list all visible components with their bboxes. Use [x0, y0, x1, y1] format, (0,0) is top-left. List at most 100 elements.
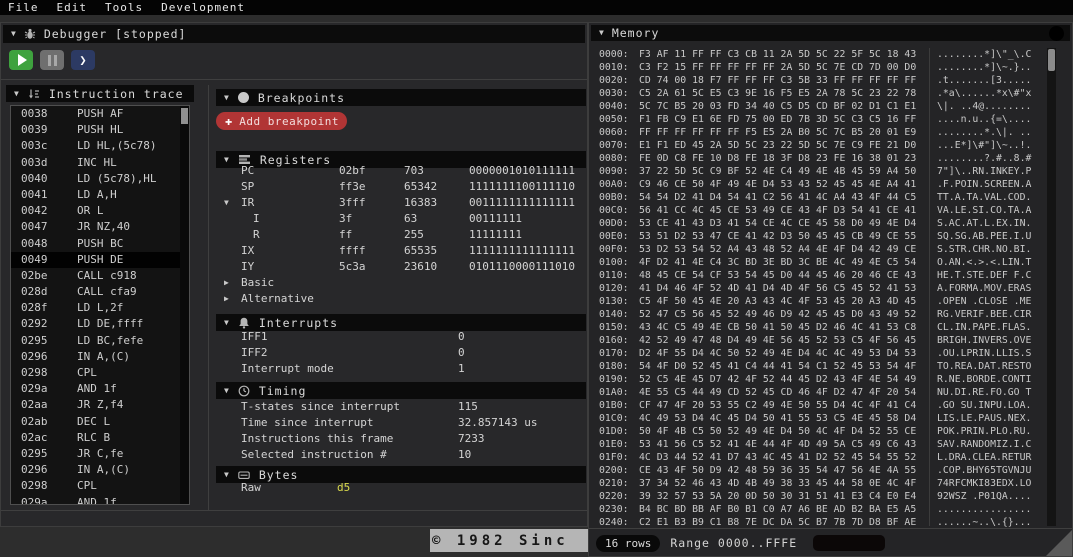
trace-row[interactable]: 0047 JR NZ,40	[11, 219, 189, 235]
trace-row[interactable]: 02aa JR Z,f4	[11, 397, 189, 413]
trace-row[interactable]: 0042 OR L	[11, 203, 189, 219]
memory-address: 0150:	[599, 322, 629, 333]
trace-address: 0292	[21, 317, 48, 331]
trace-row[interactable]: 0298 CPL	[11, 478, 189, 494]
trace-address: 0040	[21, 171, 48, 185]
resize-grip-icon[interactable]	[1046, 530, 1072, 556]
trace-instruction: IN A,(C)	[77, 349, 130, 363]
trace-row[interactable]: 028d CALL cfa9	[11, 284, 189, 300]
memory-row: 0050: F1 FB C9 E1 6E FD 75 00 ED 7B 3D 5C…	[589, 113, 1073, 126]
scrollbar[interactable]	[180, 106, 189, 504]
trace-address: 0298	[21, 366, 48, 379]
register-group[interactable]: ▶ Alternative	[216, 291, 586, 307]
register-row: Rff 255 11111111	[216, 227, 586, 243]
pause-button[interactable]	[40, 50, 64, 70]
divider	[1, 510, 587, 511]
run-button[interactable]	[9, 50, 33, 70]
trace-row[interactable]: 0296 IN A,(C)	[11, 462, 189, 478]
register-bin-value: 0000001010111111	[469, 164, 575, 177]
trace-row[interactable]: 0298 CPL	[11, 365, 189, 381]
trace-row[interactable]: 0041 LD A,H	[11, 187, 189, 203]
trace-row[interactable]: 0039 PUSH HL	[11, 122, 189, 138]
trace-row[interactable]: 0038 PUSH AF	[11, 106, 189, 122]
collapse-icon[interactable]: ▼	[224, 195, 229, 211]
memory-ascii: CL.IN.PAPE.FLAS.	[937, 322, 1032, 333]
instruction-trace-list: 0038 PUSH AF 0039 PUSH HL 003c LD HL,(5c78) 00…	[10, 105, 190, 505]
menu-item-file[interactable]: File	[8, 1, 39, 14]
collapse-icon[interactable]: ▼	[224, 470, 229, 479]
scrollbar-thumb[interactable]	[1048, 49, 1055, 71]
expand-icon[interactable]: ▶	[224, 275, 229, 291]
raw-bytes-row: Raw d5	[216, 480, 586, 496]
memory-hex-bytes: 4F D2 41 4E C4 3C BD 3E BD 3C BE 4C 49 4…	[639, 257, 917, 268]
trace-instruction: OR L	[77, 204, 104, 218]
trace-address: 0042	[21, 204, 48, 218]
timing-row: Time since interrupt 32.857143 us	[216, 415, 586, 431]
step-button[interactable]: ❯	[71, 50, 95, 70]
trace-row[interactable]: 0040 LD (5c78),HL	[11, 171, 189, 187]
trace-row[interactable]: 003c LD HL,(5c78)	[11, 138, 189, 154]
trace-instruction: PUSH DE	[77, 252, 124, 266]
trace-row[interactable]: 029a AND 1f	[11, 381, 189, 397]
trace-row[interactable]: 02ab DEC L	[11, 414, 189, 430]
trace-row[interactable]: 028f LD L,2f	[11, 300, 189, 316]
trace-row[interactable]: 0048 PUSH BC	[11, 236, 189, 252]
menu-item-edit[interactable]: Edit	[57, 1, 88, 14]
timing-value: 10	[458, 448, 472, 461]
memory-row: 0180: 54 4F D0 52 45 41 C4 44 41 54 C1 52…	[589, 360, 1073, 373]
expand-icon[interactable]: ▶	[224, 291, 229, 307]
scrollbar[interactable]	[1047, 48, 1056, 526]
divider	[929, 48, 930, 526]
trace-row[interactable]: 02ac RLC B	[11, 430, 189, 446]
memory-panel: ▼ Memory 0000: F3 AF 11 FF FF C3 CB 11 2A…	[588, 22, 1073, 557]
memory-ascii: ................	[937, 504, 1032, 515]
collapse-icon[interactable]: ▼	[224, 386, 229, 395]
register-bin-value: 11111111	[469, 228, 522, 241]
memory-row: 0010: C3 F2 15 FF FF FF FF FF 2A 5D 5C 7E…	[589, 61, 1073, 74]
collapse-icon[interactable]: ▼	[224, 93, 229, 102]
memory-ascii: POK.PRIN.PLO.RU.	[937, 426, 1032, 437]
trace-row[interactable]: 0295 JR C,fe	[11, 446, 189, 462]
memory-address: 0200:	[599, 465, 629, 476]
trace-address: 0041	[21, 187, 48, 201]
memory-ascii: R.NE.BORDE.CONTI	[937, 374, 1032, 385]
instruction-trace-header: ▼ Instruction trace	[6, 85, 194, 102]
trace-row[interactable]: 0049 PUSH DE	[11, 251, 189, 268]
collapse-icon[interactable]: ▼	[599, 29, 604, 37]
trace-instruction: LD DE,ffff	[77, 317, 144, 331]
trace-row[interactable]: 0295 LD BC,fefe	[11, 333, 189, 349]
trace-row[interactable]: 0292 LD DE,ffff	[11, 316, 189, 332]
memory-address: 01F0:	[599, 452, 629, 463]
memory-address: 0190:	[599, 374, 629, 385]
menu-item-development[interactable]: Development	[161, 1, 245, 14]
memory-hex-bytes: 4C D3 44 52 41 D7 43 4C 45 41 D2 52 45 5…	[639, 452, 917, 463]
register-dec-value: 65342	[404, 180, 438, 193]
rows-count-badge[interactable]: 16 rows	[596, 534, 661, 552]
timing-label: Instructions this frame	[241, 432, 394, 445]
memory-row: 0130: C5 4F 50 45 4E 20 A3 43 4C 4F 53 45…	[589, 295, 1073, 308]
trace-row[interactable]: 02be CALL c918	[11, 268, 189, 284]
trace-row[interactable]: 029a AND 1f	[11, 495, 189, 505]
memory-ascii: 92WSZ .P01QA....	[937, 491, 1032, 502]
memory-row: 0090: 37 22 5D 5C C9 BF 52 4E C4 49 4E 4B…	[589, 165, 1073, 178]
menu-item-tools[interactable]: Tools	[105, 1, 143, 14]
collapse-icon[interactable]: ▼	[11, 30, 16, 38]
register-group[interactable]: ▶ Basic	[216, 275, 586, 291]
scrollbar-thumb[interactable]	[181, 108, 188, 124]
add-breakpoint-button[interactable]: ✚ Add breakpoint	[216, 112, 347, 130]
memory-status-indicator	[1049, 26, 1064, 41]
memory-hex-bytes: 53 D2 53 54 52 A4 43 48 52 A4 4E 4F D4 4…	[639, 244, 917, 255]
range-input[interactable]	[813, 535, 886, 551]
collapse-icon[interactable]: ▼	[224, 318, 229, 327]
memory-address: 0100:	[599, 257, 629, 268]
memory-address: 0050:	[599, 114, 629, 125]
trace-address: 0295	[21, 333, 48, 347]
interrupt-value: 0	[458, 330, 465, 343]
trace-address: 028f	[21, 301, 48, 315]
memory-address: 01B0:	[599, 400, 629, 411]
collapse-icon[interactable]: ▼	[14, 89, 19, 98]
memory-row: 0200: CE 43 4F 50 D9 42 48 59 36 35 54 47…	[589, 464, 1073, 477]
trace-row[interactable]: 0296 IN A,(C)	[11, 349, 189, 365]
memory-hex-bytes: C9 46 CE 50 4F 49 4E D4 53 43 52 45 45 4…	[639, 179, 917, 190]
trace-row[interactable]: 003d INC HL	[11, 155, 189, 171]
